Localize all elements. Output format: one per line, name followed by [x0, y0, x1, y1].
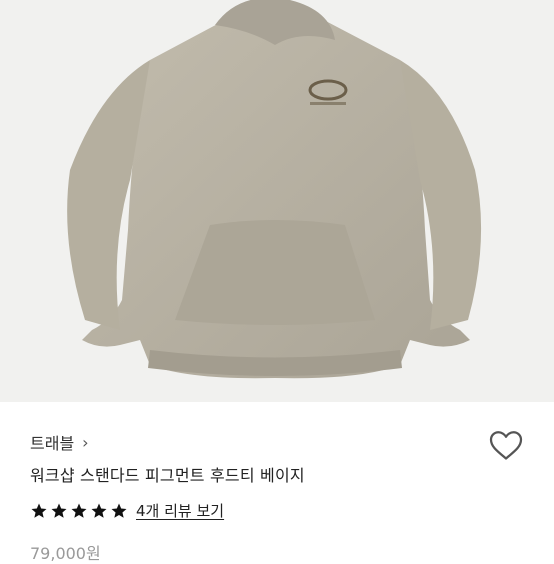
- rating-row: 4개 리뷰 보기: [30, 500, 224, 521]
- star-icon: [111, 503, 127, 518]
- product-title: 워크샵 스탠다드 피그먼트 후드티 베이지: [30, 466, 305, 485]
- rating-stars: [30, 502, 128, 520]
- star-icon: [71, 503, 87, 518]
- hoodie-photo: [67, 0, 482, 379]
- product-image[interactable]: [0, 0, 554, 402]
- brand-link[interactable]: 트래블 ›: [30, 430, 89, 454]
- heart-outline-icon: [489, 431, 523, 460]
- brand-name: 트래블: [30, 434, 75, 453]
- chevron-right-icon: ›: [82, 432, 89, 452]
- star-icon: [51, 503, 67, 518]
- star-icon: [31, 503, 47, 518]
- wishlist-button[interactable]: [488, 428, 524, 462]
- price: 79,000원: [30, 544, 101, 563]
- view-reviews-link[interactable]: 4개 리뷰 보기: [136, 500, 224, 521]
- star-icon: [91, 503, 107, 518]
- product-info: 트래블 › 워크샵 스탠다드 피그먼트 후드티 베이지 4개 리뷰 보기 79,…: [0, 402, 554, 563]
